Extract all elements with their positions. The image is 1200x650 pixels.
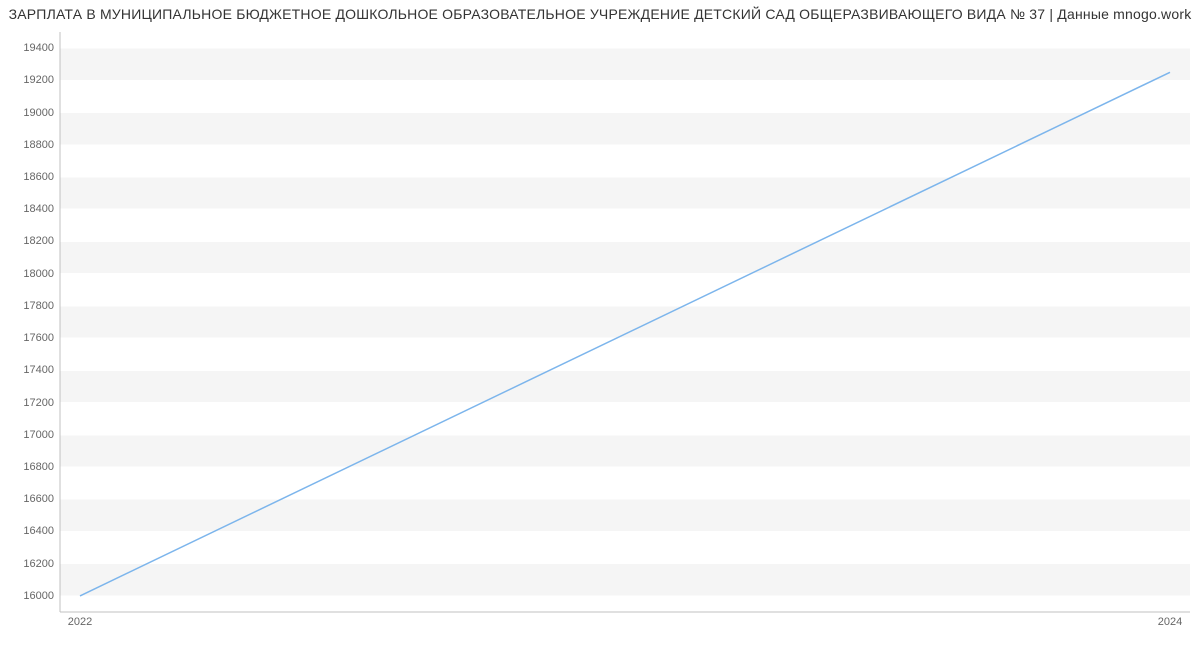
y-tick-label: 18800 (4, 139, 54, 151)
y-tick-label: 18000 (4, 268, 54, 280)
chart-svg (60, 32, 1190, 612)
y-tick-label: 19200 (4, 74, 54, 86)
y-tick-label: 16200 (4, 558, 54, 570)
y-tick-label: 16800 (4, 461, 54, 473)
y-tick-label: 16400 (4, 525, 54, 537)
x-tick-label: 2024 (1158, 616, 1182, 628)
y-tick-label: 18200 (4, 235, 54, 247)
y-tick-label: 17000 (4, 429, 54, 441)
x-tick-label: 2022 (68, 616, 92, 628)
y-tick-label: 17400 (4, 364, 54, 376)
y-tick-label: 18600 (4, 171, 54, 183)
y-tick-label: 19400 (4, 42, 54, 54)
y-tick-label: 17200 (4, 397, 54, 409)
chart-title: ЗАРПЛАТА В МУНИЦИПАЛЬНОЕ БЮДЖЕТНОЕ ДОШКО… (0, 6, 1200, 22)
y-tick-label: 16600 (4, 493, 54, 505)
plot-area (60, 32, 1190, 612)
y-tick-label: 19000 (4, 107, 54, 119)
y-tick-label: 18400 (4, 203, 54, 215)
y-tick-label: 17600 (4, 332, 54, 344)
y-tick-label: 17800 (4, 300, 54, 312)
y-tick-label: 16000 (4, 590, 54, 602)
